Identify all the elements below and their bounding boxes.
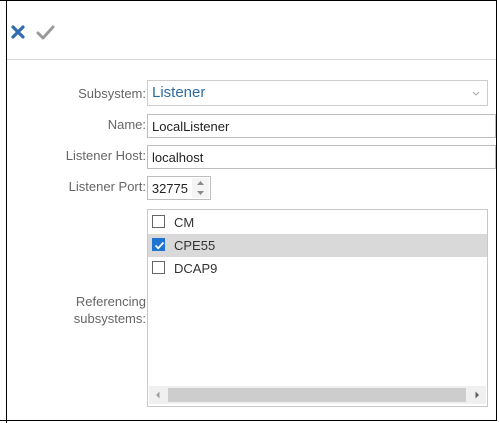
check-icon — [154, 241, 165, 250]
listener-host-label: Listener Host: — [65, 148, 146, 163]
checkbox[interactable] — [152, 261, 165, 274]
referencing-label-line1: Referencing — [75, 294, 146, 309]
list-item-label: DCAP9 — [174, 261, 218, 276]
toolbar-divider — [7, 59, 496, 60]
referencing-subsystems-label: Referencing subsystems: — [74, 293, 146, 327]
cancel-button[interactable] — [7, 21, 29, 43]
checkbox-checked[interactable] — [152, 238, 165, 251]
referencing-label-line2: subsystems: — [73, 311, 146, 326]
close-icon — [11, 25, 25, 39]
referencing-subsystems-list[interactable]: CM CPE55 DCAP9 — [147, 209, 488, 407]
name-label: Name: — [107, 117, 146, 132]
listener-port-label: Listener Port: — [68, 179, 146, 194]
save-button[interactable] — [34, 21, 56, 43]
checkmark-icon — [36, 25, 55, 40]
checkbox[interactable] — [152, 215, 165, 228]
listener-port-field[interactable] — [148, 177, 192, 199]
panel-left-border — [6, 0, 7, 423]
list-item-label: CM — [174, 215, 195, 230]
listener-port-stepper[interactable] — [147, 176, 211, 200]
list-item-label: CPE55 — [174, 238, 216, 253]
horizontal-scrollbar[interactable] — [149, 386, 486, 404]
subsystem-select[interactable]: Listener — [147, 80, 488, 106]
scroll-right-icon[interactable] — [468, 386, 486, 404]
list-item-cm[interactable]: CM — [148, 211, 487, 234]
spin-up-icon[interactable] — [192, 178, 209, 188]
spin-down-icon[interactable] — [192, 188, 209, 198]
subsystem-label: Subsystem: — [78, 86, 146, 101]
scrollbar-thumb[interactable] — [168, 388, 466, 402]
scroll-left-icon[interactable] — [149, 386, 167, 404]
name-field[interactable] — [147, 114, 496, 138]
list-item-cpe55[interactable]: CPE55 — [148, 234, 487, 257]
toolbar — [0, 0, 497, 58]
subsystem-value: Listener — [152, 84, 206, 101]
listener-host-field[interactable] — [147, 145, 496, 169]
chevron-down-icon[interactable] — [465, 81, 487, 105]
list-item-dcap9[interactable]: DCAP9 — [148, 257, 487, 280]
